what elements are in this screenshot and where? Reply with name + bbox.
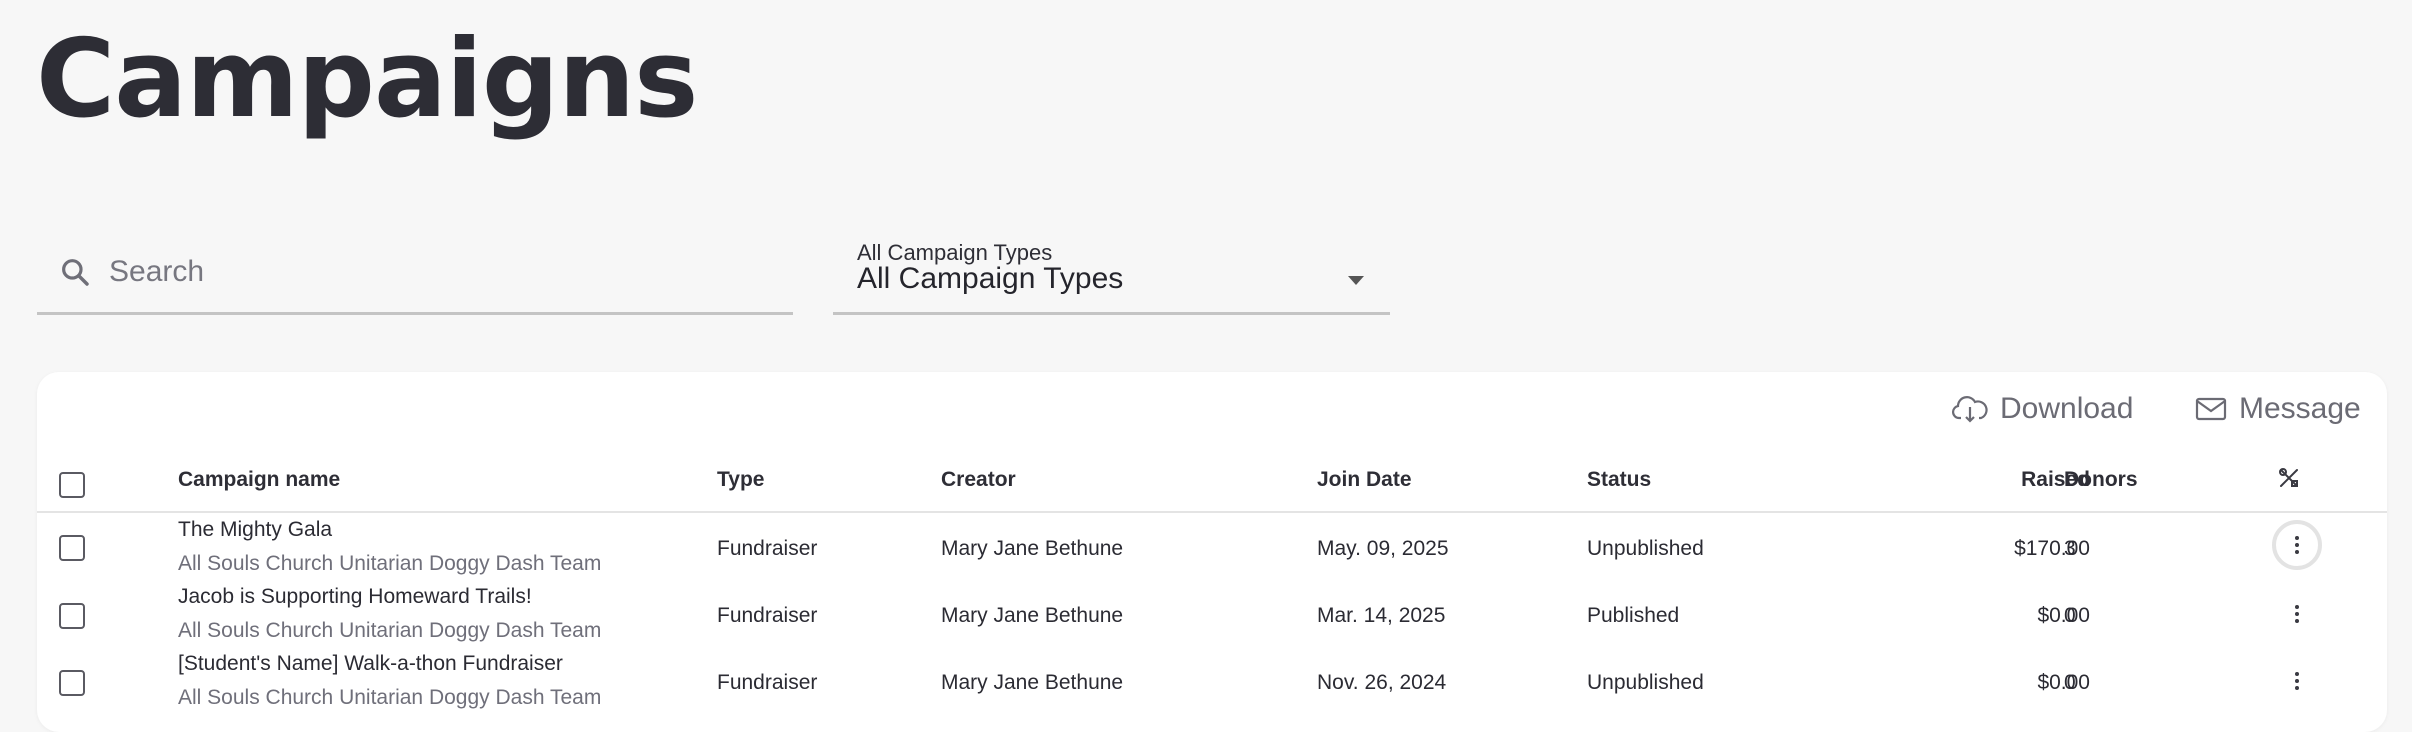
campaign-donors: 3	[2064, 537, 2076, 560]
search-input[interactable]	[109, 255, 759, 289]
message-label: Message	[2239, 392, 2361, 425]
campaign-name[interactable]: The Mighty Gala	[178, 518, 332, 542]
campaign-creator: Mary Jane Bethune	[941, 671, 1124, 694]
campaign-type: Fundraiser	[717, 537, 818, 560]
column-header-donors[interactable]: Donors	[2064, 468, 2138, 492]
campaign-type-value: All Campaign Types	[857, 262, 1124, 295]
campaign-team: All Souls Church Unitarian Doggy Dash Te…	[178, 686, 602, 709]
campaign-join-date: Nov. 26, 2024	[1317, 671, 1447, 694]
tools-icon[interactable]	[2277, 466, 2301, 495]
campaign-join-date: Mar. 14, 2025	[1317, 604, 1446, 627]
campaign-creator: Mary Jane Bethune	[941, 604, 1124, 627]
column-header-join-date[interactable]: Join Date	[1317, 468, 1412, 492]
campaign-creator: Mary Jane Bethune	[941, 537, 1124, 560]
column-header-status[interactable]: Status	[1587, 468, 1651, 492]
campaigns-table-card: Download Message Campaign name Type Crea…	[37, 372, 2387, 732]
campaign-status: Published	[1587, 604, 1680, 627]
campaign-raised: $0.00	[2037, 604, 2090, 627]
download-label: Download	[2000, 392, 2134, 425]
table-row[interactable]: The Mighty Gala All Souls Church Unitari…	[37, 514, 2387, 581]
table-row[interactable]: Jacob is Supporting Homeward Trails! All…	[37, 581, 2387, 648]
message-button[interactable]: Message	[2195, 392, 2361, 426]
column-header-creator[interactable]: Creator	[941, 468, 1016, 492]
more-vertical-icon[interactable]	[2272, 589, 2322, 639]
download-button[interactable]: Download	[1952, 392, 2133, 426]
campaign-name[interactable]: Jacob is Supporting Homeward Trails!	[178, 585, 532, 609]
mail-icon	[2195, 397, 2227, 421]
campaign-name[interactable]: [Student's Name] Walk-a-thon Fundraiser	[178, 652, 563, 676]
cloud-download-icon	[1952, 396, 1988, 423]
column-header-name[interactable]: Campaign name	[178, 468, 340, 492]
row-checkbox[interactable]	[59, 535, 85, 561]
more-vertical-icon[interactable]	[2272, 656, 2322, 706]
campaign-donors: 0	[2064, 671, 2076, 694]
row-checkbox[interactable]	[59, 603, 85, 629]
campaign-raised: $0.00	[2037, 671, 2090, 694]
search-icon	[59, 256, 91, 288]
select-all-checkbox[interactable]	[59, 472, 85, 498]
campaign-team: All Souls Church Unitarian Doggy Dash Te…	[178, 552, 602, 575]
table-row[interactable]: [Student's Name] Walk-a-thon Fundraiser …	[37, 648, 2387, 715]
page-title: Campaigns	[36, 17, 698, 142]
campaign-donors: 0	[2064, 604, 2076, 627]
campaign-join-date: May. 09, 2025	[1317, 537, 1449, 560]
campaign-type-select[interactable]: All Campaign Types All Campaign Types	[833, 240, 1390, 315]
more-vertical-icon[interactable]	[2272, 520, 2322, 570]
campaign-raised: $170.00	[2014, 537, 2090, 560]
row-checkbox[interactable]	[59, 670, 85, 696]
search-field[interactable]	[37, 240, 793, 315]
column-header-raised[interactable]: Raised	[1887, 468, 2090, 492]
header-divider	[37, 511, 2387, 513]
campaign-team: All Souls Church Unitarian Doggy Dash Te…	[178, 619, 602, 642]
campaign-type: Fundraiser	[717, 604, 818, 627]
campaign-status: Unpublished	[1587, 671, 1704, 694]
campaign-status: Unpublished	[1587, 537, 1704, 560]
campaign-type: Fundraiser	[717, 671, 818, 694]
column-header-type[interactable]: Type	[717, 468, 764, 492]
caret-down-icon	[1348, 276, 1364, 285]
